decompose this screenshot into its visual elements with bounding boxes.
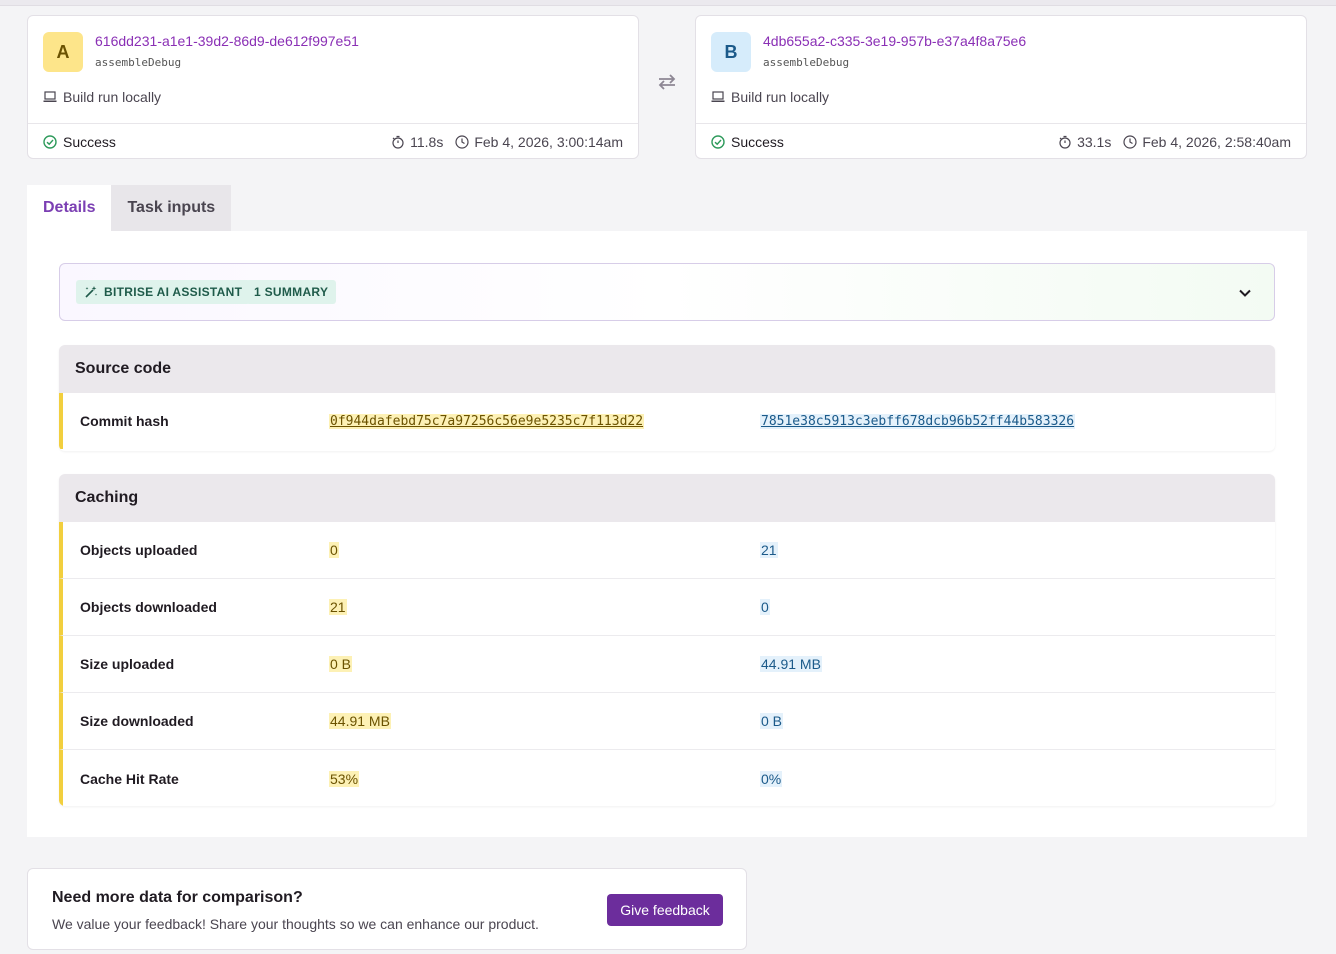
table-row: Size uploaded 0 B 44.91 MB bbox=[59, 636, 1275, 693]
top-divider bbox=[0, 0, 1336, 6]
value-b: 0 B bbox=[760, 713, 784, 729]
row-label: Objects downloaded bbox=[80, 599, 217, 615]
row-label: Cache Hit Rate bbox=[80, 770, 179, 787]
value-a: 0 bbox=[329, 542, 339, 558]
feedback-title: Need more data for comparison? bbox=[52, 889, 303, 906]
build-a-duration-value: 11.8s bbox=[410, 133, 444, 150]
details-panel: BITRISE AI ASSISTANT 1 SUMMARY Source co… bbox=[27, 231, 1307, 837]
build-a-duration: 11.8s bbox=[391, 134, 443, 150]
clock-icon bbox=[1123, 134, 1137, 149]
build-a-status: Success bbox=[43, 134, 116, 150]
laptop-icon bbox=[711, 91, 725, 102]
source-code-heading: Source code bbox=[59, 345, 1275, 393]
value-b: 0% bbox=[760, 770, 783, 787]
laptop-icon bbox=[43, 91, 57, 102]
build-a-task-name: assembleDebug bbox=[95, 56, 182, 69]
build-b-duration-value: 33.1s bbox=[1077, 133, 1112, 150]
summary-count-chip: 1 SUMMARY bbox=[246, 280, 337, 304]
build-b-task-name: assembleDebug bbox=[763, 56, 850, 69]
build-b-status-label: Success bbox=[731, 133, 784, 150]
build-a-footer: Success 11.8s Feb 4, 2026, 3:00:14am bbox=[28, 123, 638, 159]
table-row: Objects downloaded 21 0 bbox=[59, 579, 1275, 636]
success-check-icon bbox=[43, 134, 57, 149]
row-label: Commit hash bbox=[80, 413, 169, 429]
build-b-timestamp: Feb 4, 2026, 2:58:40am bbox=[1123, 134, 1291, 150]
build-card-b[interactable]: B 4db655a2-c335-3e19-957b-e37a4f8a75e6 a… bbox=[695, 15, 1307, 159]
table-row: Cache Hit Rate 53% 0% bbox=[59, 750, 1275, 806]
value-b: 21 bbox=[760, 542, 778, 558]
chevron-down-icon[interactable] bbox=[1236, 284, 1254, 302]
build-card-a[interactable]: A 616dd231-a1e1-39d2-86d9-de612f997e51 a… bbox=[27, 15, 639, 159]
build-b-footer: Success 33.1s Feb 4, 2026, 2:58:40am bbox=[696, 123, 1306, 159]
success-check-icon bbox=[711, 134, 725, 149]
magic-wand-icon bbox=[85, 286, 98, 298]
value-a: 44.91 MB bbox=[329, 713, 391, 729]
caching-heading: Caching bbox=[59, 474, 1275, 522]
value-a: 0 B bbox=[329, 656, 353, 672]
stopwatch-icon bbox=[1059, 135, 1071, 149]
clock-icon bbox=[455, 134, 469, 149]
build-b-run-location: Build run locally bbox=[711, 89, 829, 105]
build-b-letter-badge: B bbox=[711, 32, 751, 72]
build-b-id-link[interactable]: 4db655a2-c335-3e19-957b-e37a4f8a75e6 bbox=[763, 33, 1026, 49]
value-a: 53% bbox=[329, 770, 360, 787]
value-a: 21 bbox=[329, 599, 347, 615]
give-feedback-button[interactable]: Give feedback bbox=[607, 894, 723, 926]
caching-section: Caching Objects uploaded 0 21 Objects do… bbox=[59, 474, 1275, 806]
feedback-card: Need more data for comparison? We value … bbox=[27, 868, 747, 950]
build-a-run-location-label: Build run locally bbox=[63, 89, 162, 105]
tab-bar: Details Task inputs bbox=[27, 185, 232, 231]
build-a-timestamp-value: Feb 4, 2026, 3:00:14am bbox=[474, 133, 623, 150]
build-b-duration: 33.1s bbox=[1058, 134, 1111, 150]
row-label: Size downloaded bbox=[80, 713, 194, 729]
build-b-run-location-label: Build run locally bbox=[731, 89, 830, 105]
tab-details[interactable]: Details bbox=[27, 185, 112, 231]
table-row: Size downloaded 44.91 MB 0 B bbox=[59, 693, 1275, 750]
build-a-letter-badge: A bbox=[43, 32, 83, 72]
ai-assistant-chip: BITRISE AI ASSISTANT bbox=[76, 280, 251, 304]
source-code-section: Source code Commit hash 0f944dafebd75c7a… bbox=[59, 345, 1275, 451]
build-a-run-location: Build run locally bbox=[43, 89, 161, 105]
row-label: Objects uploaded bbox=[80, 542, 198, 558]
ai-assistant-bar[interactable]: BITRISE AI ASSISTANT 1 SUMMARY bbox=[59, 263, 1275, 321]
tab-task-inputs[interactable]: Task inputs bbox=[111, 185, 232, 231]
commit-hash-b-link[interactable]: 7851e38c5913c3ebff678dcb96b52ff44b583326 bbox=[760, 413, 1076, 429]
build-a-status-label: Success bbox=[63, 133, 116, 150]
swap-arrows-icon[interactable] bbox=[655, 72, 679, 92]
build-a-timestamp: Feb 4, 2026, 3:00:14am bbox=[455, 134, 623, 150]
build-b-status: Success bbox=[711, 134, 784, 150]
build-a-id-link[interactable]: 616dd231-a1e1-39d2-86d9-de612f997e51 bbox=[95, 33, 359, 49]
build-b-timestamp-value: Feb 4, 2026, 2:58:40am bbox=[1142, 133, 1291, 150]
ai-assistant-label: BITRISE AI ASSISTANT bbox=[104, 285, 243, 299]
commit-hash-a-link[interactable]: 0f944dafebd75c7a97256c56e9e5235c7f113d22 bbox=[329, 413, 645, 429]
stopwatch-icon bbox=[392, 135, 404, 149]
value-b: 0 bbox=[760, 599, 770, 615]
table-row: Objects uploaded 0 21 bbox=[59, 522, 1275, 579]
feedback-text: We value your feedback! Share your thoug… bbox=[52, 916, 539, 932]
row-label: Size uploaded bbox=[80, 656, 175, 672]
table-row: Commit hash 0f944dafebd75c7a97256c56e9e5… bbox=[59, 393, 1275, 449]
value-b: 44.91 MB bbox=[760, 656, 822, 672]
